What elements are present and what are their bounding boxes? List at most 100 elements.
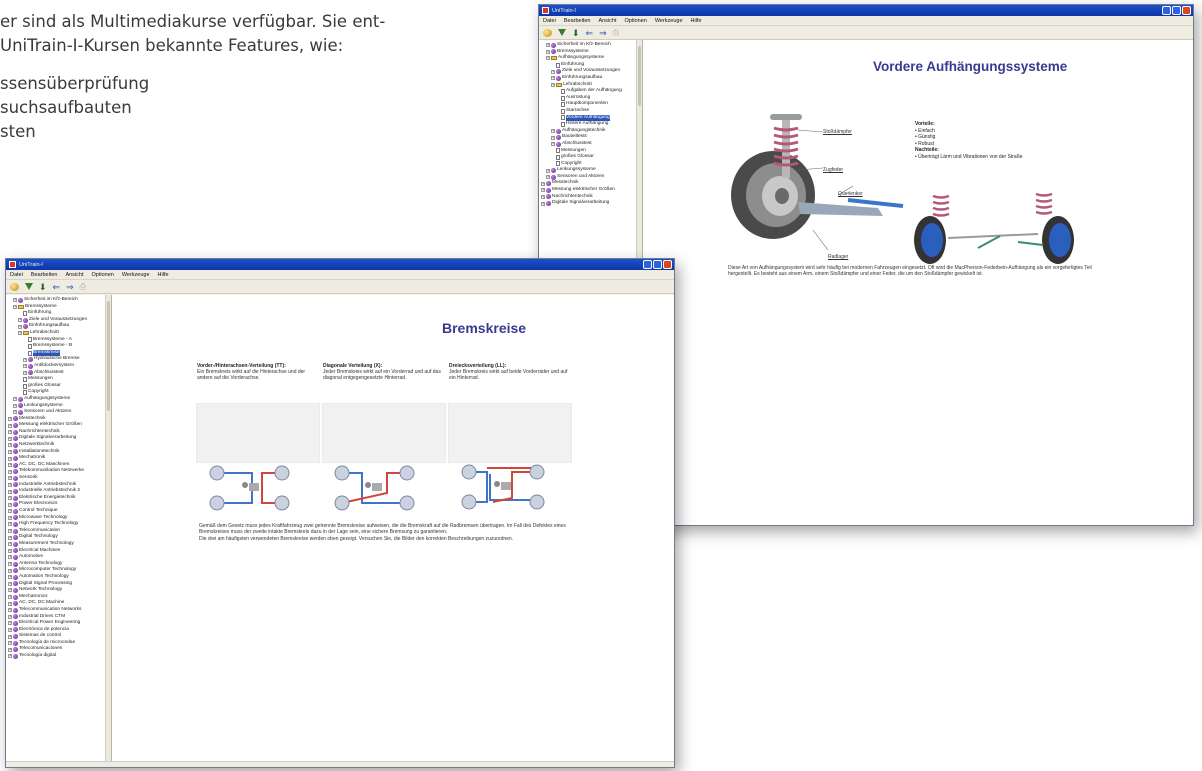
tree-node[interactable]: + Microcomputer Technology	[8, 567, 104, 574]
forward-arrow-icon[interactable]: ⇒	[599, 28, 607, 37]
expand-toggle-icon[interactable]: +	[8, 614, 12, 619]
expand-toggle-icon[interactable]: +	[551, 135, 555, 140]
tree-node[interactable]: +Messungen	[8, 376, 104, 383]
expand-toggle-icon[interactable]: +	[8, 654, 12, 659]
tree-node[interactable]: +Bremssysteme - B	[8, 343, 104, 350]
minimize-button[interactable]	[1162, 6, 1171, 15]
maximize-button[interactable]	[653, 260, 662, 269]
tree-node[interactable]: + Ziele und Voraussetzungen	[541, 68, 635, 75]
tree-node[interactable]: +großes Glossar	[8, 383, 104, 390]
close-button[interactable]	[663, 260, 672, 269]
tree-node[interactable]: + Einführungsaufbau	[8, 323, 104, 330]
circuit-diagram-x[interactable]	[332, 463, 422, 513]
expand-toggle-icon[interactable]: +	[8, 430, 12, 435]
tree-node[interactable]: + Industrielle Antriebstechnik 2	[8, 488, 104, 495]
expand-toggle-icon[interactable]: +	[8, 496, 12, 501]
tree-node[interactable]: + Messung elektrischer Größen	[8, 422, 104, 429]
circuit-diagram-tt[interactable]	[207, 463, 297, 513]
print-icon[interactable]: ⎙	[613, 28, 619, 37]
expand-toggle-icon[interactable]: +	[23, 370, 27, 375]
tree-node[interactable]: +Copyright	[8, 389, 104, 396]
maximize-button[interactable]	[1172, 6, 1181, 15]
tree-node[interactable]: + Hydraulische Bremse	[8, 356, 104, 363]
circuit-diagram-ll[interactable]	[457, 460, 552, 515]
expand-toggle-icon[interactable]: +	[541, 188, 545, 193]
expand-toggle-icon[interactable]: +	[8, 588, 12, 593]
close-button[interactable]	[1182, 6, 1191, 15]
expand-toggle-icon[interactable]: +	[546, 175, 550, 180]
back-arrow-icon[interactable]: ⇐	[586, 28, 594, 37]
expand-toggle-icon[interactable]: +	[8, 647, 12, 652]
expand-toggle-icon[interactable]: +	[8, 489, 12, 494]
menu-datei[interactable]: Datei	[543, 18, 556, 24]
expand-toggle-icon[interactable]: +	[8, 608, 12, 613]
expand-toggle-icon[interactable]: +	[8, 522, 12, 527]
drop-zone[interactable]	[196, 403, 320, 463]
tree-node[interactable]: +Hauptkomponenten	[541, 101, 635, 108]
expand-toggle-icon[interactable]: +	[8, 595, 12, 600]
tree-node[interactable]: + Lenkungssysteme	[541, 167, 635, 174]
tree-node[interactable]: + Sensoren und Aktoren	[8, 409, 104, 416]
drop-zone[interactable]	[448, 403, 572, 463]
tree-scrollbar[interactable]	[105, 295, 111, 767]
home-icon[interactable]	[10, 282, 19, 291]
expand-toggle-icon[interactable]: +	[8, 502, 12, 507]
expand-toggle-icon[interactable]: +	[8, 548, 12, 553]
filter-icon[interactable]	[558, 29, 566, 36]
expand-toggle-icon[interactable]: +	[8, 555, 12, 560]
tree-node[interactable]: + Netzwerktechnik	[8, 442, 104, 449]
expand-toggle-icon[interactable]: +	[8, 562, 12, 567]
forward-arrow-icon[interactable]: ⇒	[66, 282, 74, 291]
expand-toggle-icon[interactable]: +	[8, 482, 12, 487]
menu-hilfe[interactable]: Hilfe	[158, 272, 169, 278]
tree-node[interactable]: + Sensorik	[8, 475, 104, 482]
tree-node[interactable]: + Digitale Signalverarbeitung	[541, 200, 635, 207]
home-icon[interactable]	[543, 28, 552, 37]
expand-toggle-icon[interactable]: +	[8, 509, 12, 514]
tree-node[interactable]: + Tecnología digital	[8, 653, 104, 660]
expand-toggle-icon[interactable]: +	[13, 397, 17, 402]
expand-toggle-icon[interactable]: +	[8, 568, 12, 573]
expand-toggle-icon[interactable]: +	[8, 443, 12, 448]
tree-node[interactable]: + Control Technique	[8, 508, 104, 515]
expand-toggle-icon[interactable]: +	[8, 469, 12, 474]
tree-node[interactable]: +Einführung	[8, 310, 104, 317]
download-icon[interactable]: ⬇	[39, 282, 47, 291]
tree-node[interactable]: + Measurement Technology	[8, 541, 104, 548]
expand-toggle-icon[interactable]: +	[546, 56, 550, 61]
expand-toggle-icon[interactable]: +	[8, 627, 12, 632]
expand-toggle-icon[interactable]: +	[8, 463, 12, 468]
expand-toggle-icon[interactable]: +	[13, 410, 17, 415]
expand-toggle-icon[interactable]: +	[13, 403, 17, 408]
expand-toggle-icon[interactable]: +	[8, 456, 12, 461]
expand-toggle-icon[interactable]: +	[551, 76, 555, 81]
tree-node[interactable]: + Abschlusstest	[8, 370, 104, 377]
menu-optionen[interactable]: Optionen	[625, 18, 647, 24]
print-icon[interactable]: ⎙	[80, 282, 86, 291]
menu-werkzeuge[interactable]: Werkzeuge	[655, 18, 683, 24]
expand-toggle-icon[interactable]: +	[13, 298, 17, 303]
tree-node[interactable]: + Messung elektrischer Größen	[541, 187, 635, 194]
tree-node[interactable]: + Abschlusstest	[541, 141, 635, 148]
course-tree[interactable]: +Sicherheit im Kfz-Bereich+Bremssysteme+…	[6, 295, 112, 767]
expand-toggle-icon[interactable]: +	[8, 476, 12, 481]
expand-toggle-icon[interactable]: +	[13, 304, 17, 309]
minimize-button[interactable]	[643, 260, 652, 269]
expand-toggle-icon[interactable]: +	[8, 436, 12, 441]
tree-node[interactable]: + Mechatronik	[8, 455, 104, 462]
expand-toggle-icon[interactable]: +	[8, 449, 12, 454]
expand-toggle-icon[interactable]: +	[8, 641, 12, 646]
tree-node[interactable]: + Bauteiltests	[541, 134, 635, 141]
tree-node[interactable]: + AC, DC, DC Machine	[8, 600, 104, 607]
tree-node[interactable]: + Aufhängungssysteme	[541, 55, 635, 62]
expand-toggle-icon[interactable]: +	[18, 324, 22, 329]
expand-toggle-icon[interactable]: +	[18, 331, 22, 336]
expand-toggle-icon[interactable]: +	[8, 535, 12, 540]
tree-node[interactable]: + Power Electronics	[8, 501, 104, 508]
tree-node[interactable]: +Aufgaben der Aufhängung	[541, 88, 635, 95]
expand-toggle-icon[interactable]: +	[8, 601, 12, 606]
expand-toggle-icon[interactable]: +	[23, 357, 27, 362]
filter-icon[interactable]	[25, 283, 33, 290]
expand-toggle-icon[interactable]: +	[18, 318, 22, 323]
expand-toggle-icon[interactable]: +	[8, 416, 12, 421]
